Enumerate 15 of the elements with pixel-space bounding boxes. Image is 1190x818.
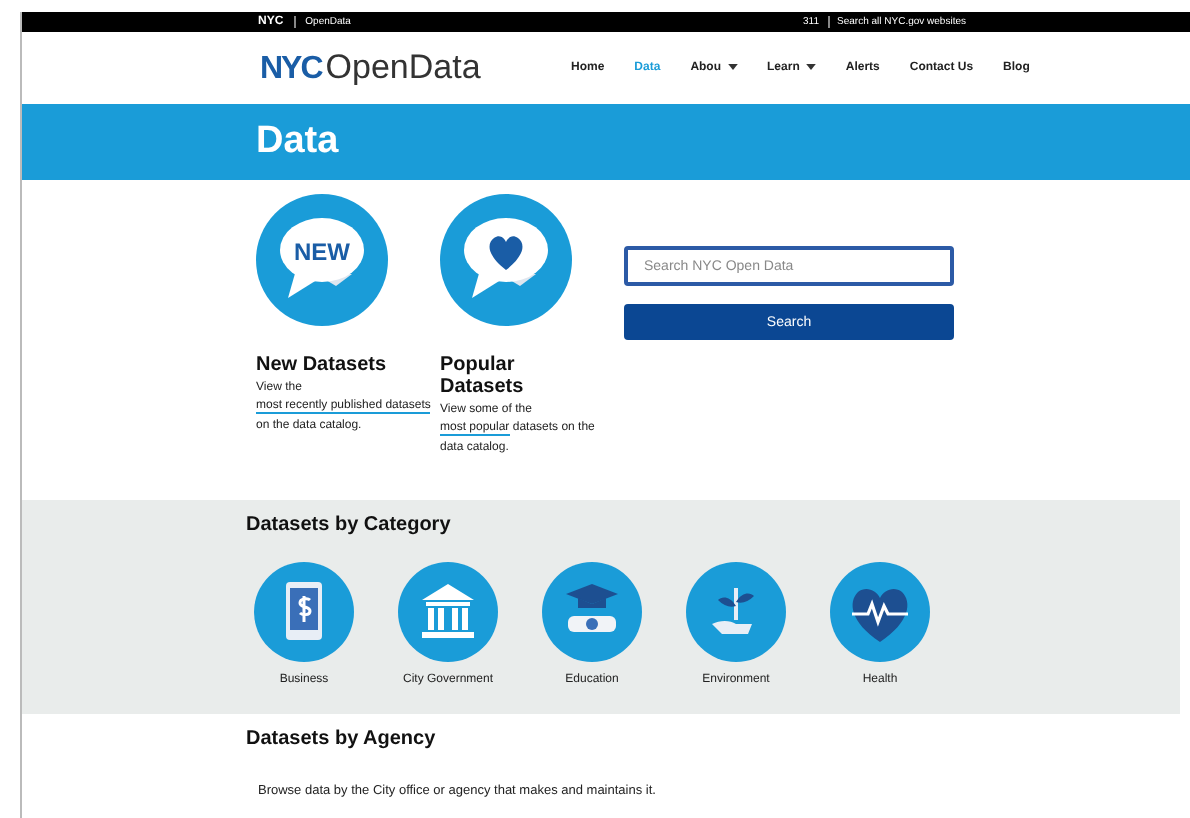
graduation-cap-icon[interactable] [542,562,642,662]
new-speech-bubble-icon[interactable]: NEW [256,194,388,326]
heart-pulse-icon[interactable] [830,562,930,662]
section-heading: Datasets by Category [246,512,453,536]
feature-title[interactable]: Popular Datasets [440,354,580,398]
caret-icon [727,64,738,70]
page-title: Data [256,120,339,164]
tablet-dollar-icon[interactable] [254,562,354,662]
building-icon[interactable] [398,562,498,662]
caret-icon [805,64,816,70]
site-logo[interactable]: NYCOpenData [260,47,556,87]
feature-title[interactable]: New Datasets [256,354,396,376]
plant-hand-icon[interactable] [686,562,786,662]
section-heading: Datasets by Agency [246,726,438,750]
heart-speech-bubble-icon[interactable] [440,194,572,326]
